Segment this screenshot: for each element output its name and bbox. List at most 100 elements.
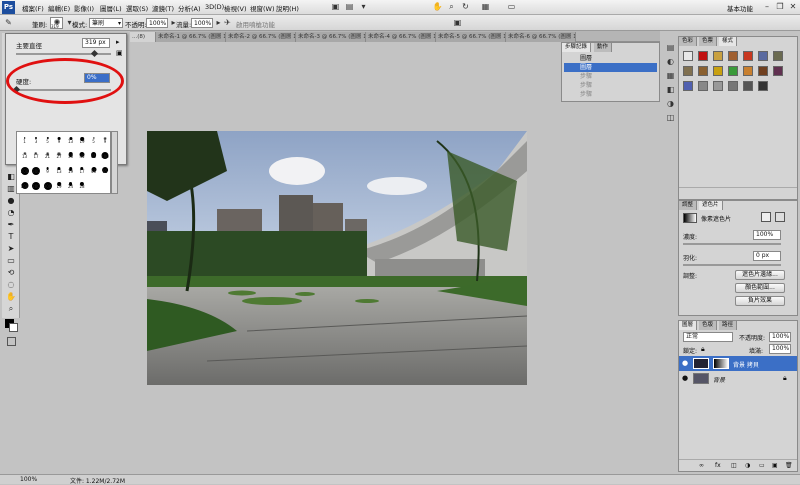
hand-tool-icon[interactable]: ✋: [5, 291, 17, 302]
style-swatch[interactable]: [743, 66, 753, 76]
fx-icon[interactable]: fx: [715, 462, 721, 469]
minimize-icon[interactable]: –: [762, 2, 772, 12]
history-item[interactable]: 步驟: [564, 72, 657, 81]
brush-preset-picker[interactable]: 319: [50, 17, 63, 29]
brush-preset[interactable]: 100: [19, 179, 30, 189]
menu-file[interactable]: 檔案(F): [22, 3, 44, 13]
color-panel-icon[interactable]: ◐: [665, 56, 676, 67]
density-input[interactable]: 100%: [753, 230, 781, 240]
canvas-image[interactable]: [147, 131, 527, 385]
menu-window[interactable]: 視窗(W): [250, 3, 275, 13]
path-select-tool-icon[interactable]: ➤: [5, 243, 17, 254]
new-layer-icon[interactable]: ▣: [772, 462, 778, 469]
diameter-input[interactable]: 319 px: [82, 38, 110, 48]
type-tool-icon[interactable]: T: [5, 231, 17, 242]
adjust-panel-icon[interactable]: ◑: [665, 98, 676, 109]
style-swatch[interactable]: [773, 51, 783, 61]
tab-current[interactable]: ...(8): [130, 32, 156, 42]
restore-icon[interactable]: ❐: [775, 2, 785, 12]
hand-tool-icon[interactable]: ✋: [432, 2, 443, 12]
blur-tool-icon[interactable]: ●: [5, 195, 17, 206]
tab-doc-5[interactable]: 未命名-5 @ 66.7% (圖層 1, ...: [436, 32, 506, 42]
vector-mask-icon[interactable]: [775, 212, 785, 222]
tab-adjustments[interactable]: 調整: [679, 201, 698, 210]
screen-mode-icon[interactable]: ▭: [506, 2, 517, 12]
workspace-switcher[interactable]: 基本功能: [727, 3, 753, 13]
group-icon[interactable]: ▭: [759, 462, 765, 469]
eye-icon[interactable]: ●: [682, 374, 688, 382]
menu-analysis[interactable]: 分析(A): [178, 3, 201, 13]
minibridge-icon[interactable]: ▤: [344, 2, 355, 12]
color-range-button[interactable]: 顏色範圍...: [735, 283, 785, 293]
style-swatch[interactable]: [698, 81, 708, 91]
history-item[interactable]: 步驟: [564, 81, 657, 90]
3d-orbit-tool-icon[interactable]: ◌: [5, 279, 17, 290]
history-item-selected[interactable]: 圖層: [564, 63, 657, 72]
link-layers-icon[interactable]: ∞: [699, 462, 704, 469]
menu-image[interactable]: 影像(I): [74, 3, 94, 13]
brush-preset[interactable]: 17: [77, 164, 88, 174]
pixel-mask-icon[interactable]: [761, 212, 771, 222]
flow-input[interactable]: 100%: [191, 18, 213, 28]
menu-edit[interactable]: 編輯(E): [48, 3, 70, 13]
tab-masks[interactable]: 遮色片: [699, 201, 723, 210]
brush-preset[interactable]: 200: [31, 179, 42, 190]
background-color-swatch[interactable]: [9, 323, 18, 332]
style-swatch[interactable]: [698, 51, 708, 61]
pen-tool-icon[interactable]: ✒: [5, 219, 17, 230]
zoom-tool-icon[interactable]: ⌕: [5, 303, 17, 314]
tab-doc-3[interactable]: 未命名-3 @ 66.7% (圖層 1, ...: [296, 32, 366, 42]
history-item[interactable]: 步驟: [564, 90, 657, 99]
brush-preset[interactable]: 5: [88, 134, 99, 144]
brush-preset[interactable]: 9: [100, 134, 111, 144]
tablet-pressure-icon[interactable]: ▣: [452, 18, 463, 28]
style-swatch[interactable]: [773, 66, 783, 76]
shape-tool-icon[interactable]: ▭: [5, 255, 17, 266]
style-swatch[interactable]: [713, 81, 723, 91]
tab-color[interactable]: 色彩: [679, 37, 698, 46]
style-swatch[interactable]: [758, 51, 768, 61]
brush-preset[interactable]: 35: [65, 149, 76, 159]
tab-swatches[interactable]: 色票: [699, 37, 718, 46]
mode-select[interactable]: 筆刷 ▾: [89, 18, 123, 28]
brush-preset[interactable]: 9: [54, 134, 65, 144]
tab-history[interactable]: 步驟記錄: [562, 43, 592, 52]
menu-layer[interactable]: 圖層(L): [100, 3, 122, 13]
style-swatch[interactable]: [743, 51, 753, 61]
rotate-view-icon[interactable]: ↻: [460, 2, 471, 12]
style-swatch[interactable]: [728, 66, 738, 76]
style-swatch[interactable]: [683, 81, 693, 91]
brush-preset[interactable]: 1: [19, 134, 30, 144]
feather-input[interactable]: 0 px: [753, 251, 781, 261]
history-item[interactable]: 圖層: [564, 54, 657, 63]
brush-preset[interactable]: 19: [54, 179, 65, 189]
brush-preset-grid[interactable]: 1 3 5 9 13 19 5 9 13 17 21 27 35 45 65 100 200 300 9 13 19 17…: [16, 131, 111, 194]
brush-preset[interactable]: 21: [42, 149, 53, 159]
swatch-panel-icon[interactable]: ▦: [665, 70, 676, 81]
style-swatch[interactable]: [713, 51, 723, 61]
preset-scrollbar[interactable]: [111, 131, 118, 194]
tab-actions[interactable]: 動作: [594, 43, 613, 52]
styles-panel-icon[interactable]: ◧: [665, 84, 676, 95]
blend-mode-select[interactable]: 正常: [683, 332, 733, 342]
brush-preset[interactable]: 13: [65, 134, 76, 144]
brush-preset[interactable]: 19: [65, 164, 76, 174]
tab-paths[interactable]: 路徑: [719, 321, 738, 330]
tab-channels[interactable]: 色版: [699, 321, 718, 330]
brush-preset[interactable]: 65: [100, 164, 111, 174]
brush-preset[interactable]: 17: [31, 149, 42, 159]
brush-preset[interactable]: 100: [100, 149, 111, 159]
tab-styles[interactable]: 樣式: [719, 37, 738, 46]
style-swatch[interactable]: [728, 81, 738, 91]
brush-preset[interactable]: 13: [54, 164, 65, 174]
close-icon[interactable]: ✕: [788, 2, 798, 12]
style-swatch[interactable]: [728, 51, 738, 61]
opacity-input[interactable]: 100%: [146, 18, 168, 28]
brush-preset[interactable]: 3: [31, 134, 42, 144]
lock-icon[interactable]: 🔒︎: [701, 345, 705, 354]
brush-preset[interactable]: 5: [42, 134, 53, 144]
brush-tool-icon[interactable]: ✎: [3, 18, 14, 28]
brush-preset[interactable]: 19: [77, 134, 88, 144]
bridge-icon[interactable]: ▣: [330, 2, 341, 12]
brush-preset[interactable]: 300: [31, 164, 42, 175]
